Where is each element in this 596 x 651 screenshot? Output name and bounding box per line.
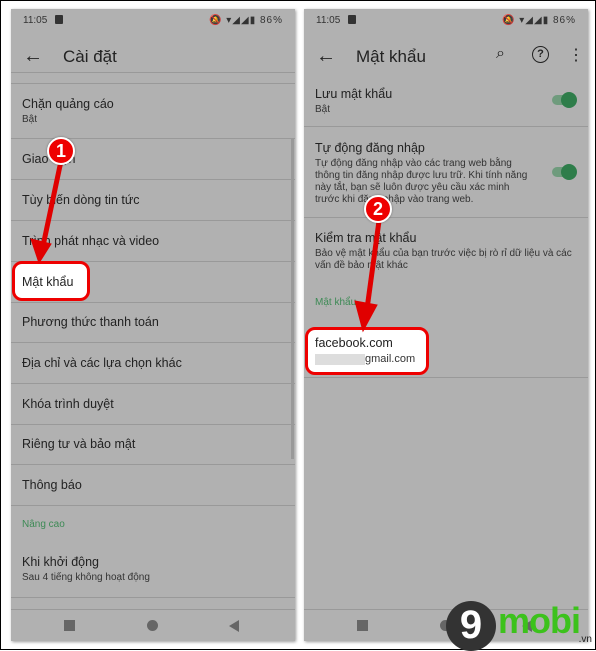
step-badge-1: 1 bbox=[47, 137, 75, 165]
watermark-logo: 9 mobi .vn bbox=[446, 596, 596, 651]
annotation-arrows bbox=[30, 160, 382, 333]
arrow-2 bbox=[354, 220, 382, 333]
arrow-1 bbox=[30, 160, 64, 265]
step-badge-2: 2 bbox=[364, 195, 392, 223]
